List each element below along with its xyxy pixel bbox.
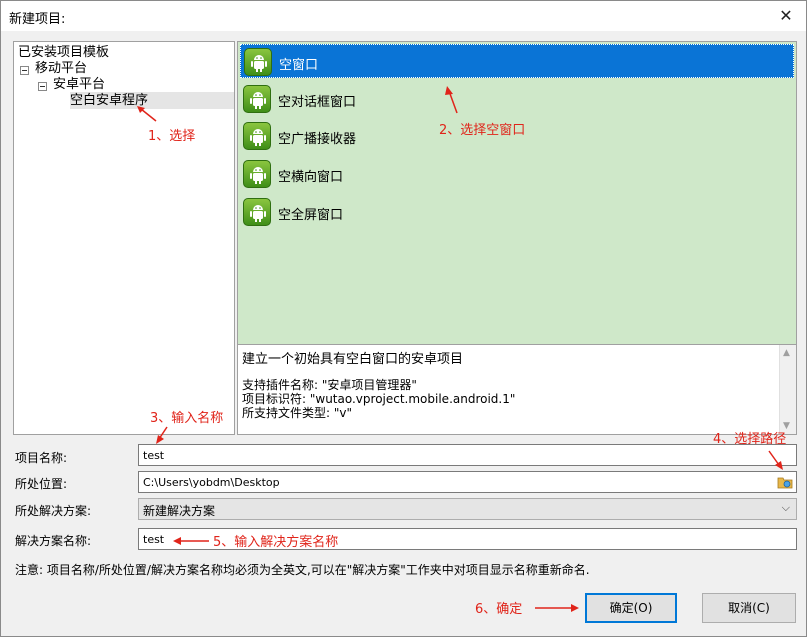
annotation-arrow-icon	[156, 426, 168, 444]
new-project-dialog: 新建项目: ✕ 已安装项目模板 移动平台 安卓平台 空白安卓程序 空窗口 空对话…	[0, 0, 807, 637]
solution-name-label: 解决方案名称:	[15, 534, 92, 548]
location-input[interactable]: C:\Users\yobdm\Desktop	[138, 471, 797, 493]
annotation-arrow-icon	[173, 537, 209, 545]
template-description: 建立一个初始具有空白窗口的安卓项目 支持插件名称: "安卓项目管理器" 项目标识…	[237, 345, 797, 435]
template-item-fullscreen-window[interactable]: 空全屏窗口	[240, 195, 794, 229]
window-title: 新建项目:	[9, 12, 66, 27]
template-label: 空广播接收器	[278, 132, 357, 147]
chevron-down-icon: ⌵	[781, 501, 790, 514]
close-icon[interactable]: ✕	[766, 1, 806, 31]
annotation-step-4: 4、选择路径	[713, 432, 787, 447]
description-summary: 建立一个初始具有空白窗口的安卓项目	[242, 352, 464, 367]
browse-folder-icon[interactable]	[777, 474, 793, 490]
collapse-icon[interactable]	[38, 82, 47, 91]
template-label: 空全屏窗口	[278, 208, 344, 223]
solution-select[interactable]: 新建解决方案 ⌵	[138, 498, 797, 520]
template-item-landscape-window[interactable]: 空横向窗口	[240, 157, 794, 191]
annotation-step-2: 2、选择空窗口	[439, 123, 526, 138]
project-name-input[interactable]: test	[138, 444, 797, 466]
tree-node-mobile-platform[interactable]: 移动平台	[35, 60, 87, 77]
location-value: C:\Users\yobdm\Desktop	[143, 476, 280, 489]
template-label: 空窗口	[279, 58, 319, 73]
naming-note: 注意: 项目名称/所处位置/解决方案名称均必须为全英文,可以在"解决方案"工作夹…	[15, 563, 590, 577]
android-icon	[243, 198, 271, 226]
ok-button[interactable]: 确定(O)	[585, 593, 677, 623]
annotation-arrow-icon	[445, 86, 458, 114]
title-bar: 新建项目: ✕	[1, 1, 806, 31]
location-label: 所处位置:	[15, 477, 68, 491]
template-item-empty-window[interactable]: 空窗口	[240, 44, 794, 78]
description-scrollbar[interactable]: ▲ ▼	[779, 345, 796, 434]
android-icon	[244, 48, 272, 76]
annotation-step-6: 6、确定	[475, 602, 523, 617]
tree-node-android-platform[interactable]: 安卓平台	[53, 76, 105, 93]
description-file-types: 所支持文件类型: "v"	[242, 406, 352, 420]
annotation-arrow-icon	[768, 450, 783, 470]
annotation-step-5: 5、输入解决方案名称	[213, 535, 339, 550]
tree-root[interactable]: 已安装项目模板	[18, 44, 109, 61]
template-item-empty-dialog[interactable]: 空对话框窗口	[240, 82, 794, 116]
project-name-value: test	[143, 449, 165, 462]
template-label: 空横向窗口	[278, 170, 344, 185]
solution-label: 所处解决方案:	[15, 504, 92, 518]
annotation-arrow-icon	[137, 106, 157, 122]
android-icon	[243, 85, 271, 113]
template-label: 空对话框窗口	[278, 95, 357, 110]
annotation-arrow-icon	[535, 604, 579, 612]
cancel-button[interactable]: 取消(C)	[702, 593, 796, 623]
collapse-icon[interactable]	[20, 66, 29, 75]
template-list: 空窗口 空对话框窗口 空广播接收器 空横向窗口 空全屏窗口	[237, 41, 797, 345]
solution-name-value: test	[143, 533, 165, 546]
android-icon	[243, 160, 271, 188]
project-name-label: 项目名称:	[15, 451, 68, 465]
solution-value: 新建解决方案	[143, 504, 216, 518]
template-tree: 已安装项目模板 移动平台 安卓平台 空白安卓程序	[13, 41, 235, 435]
android-icon	[243, 122, 271, 150]
scroll-up-icon[interactable]: ▲	[783, 348, 790, 358]
annotation-step-1: 1、选择	[148, 129, 196, 144]
